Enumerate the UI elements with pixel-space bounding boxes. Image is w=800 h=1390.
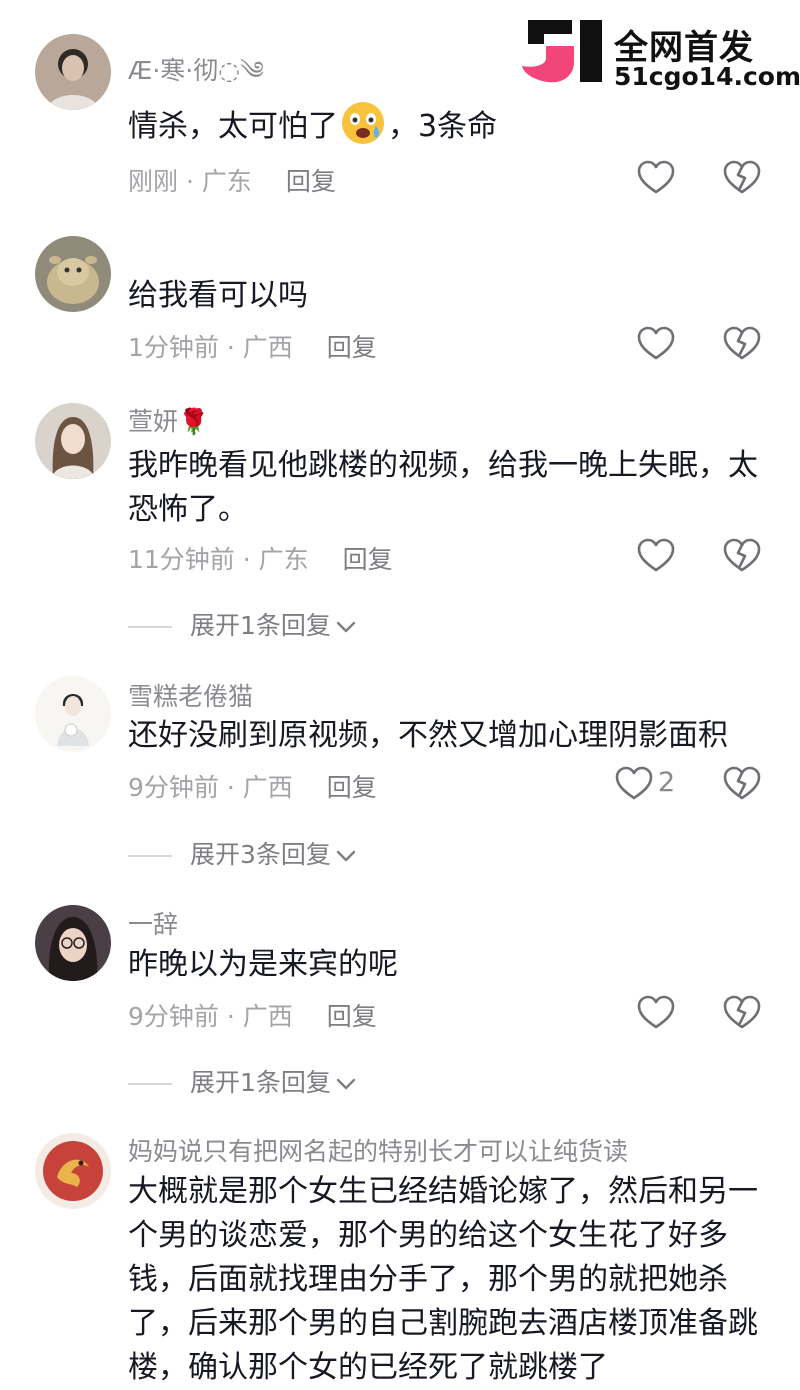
heart-icon[interactable] [614, 764, 654, 804]
divider-line [128, 855, 172, 857]
chevron-down-icon [336, 1078, 356, 1090]
avatar[interactable] [35, 1133, 111, 1209]
reply-button[interactable]: 回复 [286, 167, 336, 196]
timestamp: 9分钟前 [128, 773, 219, 802]
scared-face-icon [342, 102, 384, 144]
broken-heart-icon[interactable] [722, 993, 762, 1033]
username[interactable]: 一辞 [128, 905, 178, 941]
separator: · [218, 1002, 243, 1031]
separator: · [234, 545, 259, 574]
username[interactable]: 萱妍🌹 [128, 402, 209, 438]
chevron-down-icon [336, 850, 356, 862]
username[interactable]: 妈妈说只有把网名起的特别长才可以让纯货读 [128, 1132, 628, 1168]
reply-button[interactable]: 回复 [327, 333, 377, 362]
divider-line [128, 626, 172, 628]
avatar[interactable] [35, 236, 111, 312]
watermark-logo: 全网首发 51cgo14.com [522, 18, 800, 91]
timestamp: 11分钟前 [128, 545, 235, 574]
watermark-url: 51cgo14.com [614, 62, 800, 91]
reply-button[interactable]: 回复 [327, 1002, 377, 1031]
divider-line [128, 1083, 172, 1085]
comment-text: 还好没刷到原视频，不然又增加心理阴影面积 [128, 718, 728, 753]
avatar[interactable] [35, 403, 111, 479]
comment-text: 大概就是那个女生已经结婚论嫁了，然后和另一个男的谈恋爱，那个男的给这个女生花了好… [128, 1174, 758, 1385]
expand-replies-button[interactable]: 展开1条回复 [128, 606, 357, 642]
expand-replies-label: 展开3条回复 [190, 840, 331, 869]
expand-replies-button[interactable]: 展开1条回复 [128, 1063, 357, 1099]
heart-icon[interactable] [636, 324, 676, 364]
heart-icon[interactable] [636, 158, 676, 198]
comment-meta: 11分钟前 · 广东 回复 [128, 540, 393, 576]
comment-meta: 1分钟前 · 广西 回复 [128, 328, 377, 364]
comment-text: 情杀，太可怕了 ，3条命 [128, 100, 768, 149]
avatar[interactable] [35, 905, 111, 981]
timestamp: 1分钟前 [128, 333, 219, 362]
avatar[interactable] [35, 34, 111, 110]
location: 广西 [242, 773, 293, 802]
chevron-down-icon [336, 621, 356, 633]
comment-text: 我昨晚看见他跳楼的视频，给我一晚上失眠，太恐怖了。 [128, 448, 758, 527]
timestamp: 刚刚 [128, 167, 179, 196]
comment-text: 给我看可以吗 [128, 278, 308, 313]
brand-logo-mark [522, 20, 602, 83]
comment-text-part: ，3条命 [388, 109, 498, 144]
broken-heart-icon[interactable] [722, 764, 762, 804]
reply-button[interactable]: 回复 [327, 773, 377, 802]
comment-meta: 9分钟前 · 广西 回复 [128, 997, 377, 1033]
timestamp: 9分钟前 [128, 1002, 219, 1031]
separator: · [218, 773, 243, 802]
comment-text: 昨晚以为是来宾的呢 [128, 947, 398, 982]
like-count: 2 [658, 767, 676, 798]
broken-heart-icon[interactable] [722, 536, 762, 576]
location: 广西 [242, 1002, 293, 1031]
username[interactable]: 雪糕老倦猫 [128, 677, 253, 713]
reply-button[interactable]: 回复 [343, 545, 393, 574]
comment-meta: 刚刚 · 广东 回复 [128, 162, 336, 198]
separator: · [178, 167, 202, 196]
broken-heart-icon[interactable] [722, 324, 762, 364]
location: 广东 [201, 167, 252, 196]
comment-meta: 9分钟前 · 广西 回复 [128, 768, 377, 804]
separator: · [218, 333, 243, 362]
broken-heart-icon[interactable] [722, 158, 762, 198]
comment-text-part: 情杀，太可怕了 [128, 109, 338, 144]
expand-replies-button[interactable]: 展开3条回复 [128, 835, 357, 871]
location: 广西 [242, 333, 293, 362]
heart-icon[interactable] [636, 993, 676, 1033]
expand-replies-label: 展开1条回复 [190, 611, 331, 640]
expand-replies-label: 展开1条回复 [190, 1068, 331, 1097]
heart-icon[interactable] [636, 536, 676, 576]
location: 广东 [258, 545, 309, 574]
avatar[interactable] [35, 676, 111, 752]
